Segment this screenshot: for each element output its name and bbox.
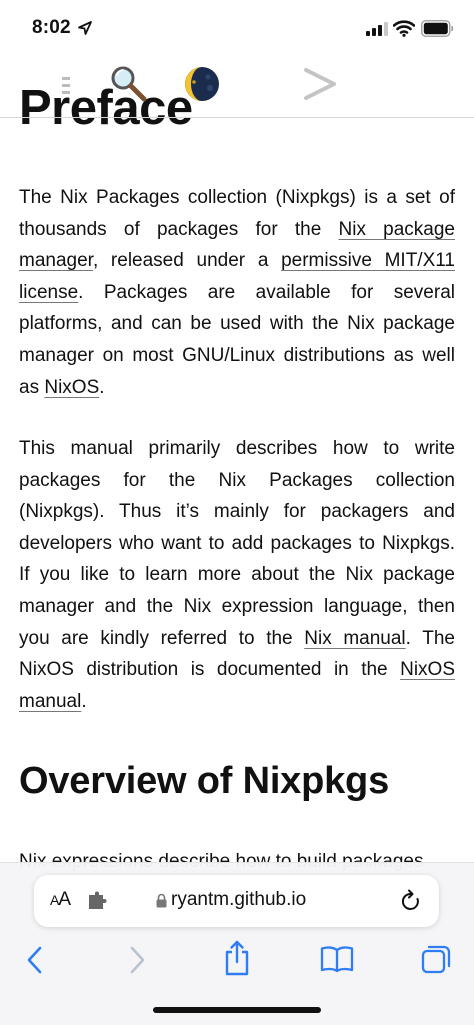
section-heading: Overview of Nixpkgs (19, 760, 390, 802)
link-nixos[interactable]: NixOS (44, 377, 99, 398)
text-span: . (99, 376, 105, 398)
page-title: Preface (19, 81, 193, 135)
text-span: , released under a (92, 250, 282, 272)
location-arrow-icon (78, 21, 92, 35)
extension-icon[interactable] (87, 891, 109, 911)
reload-icon[interactable] (400, 889, 422, 913)
text-span: . (81, 690, 87, 712)
browser-toolbar: AA ryantm.github.io (0, 862, 474, 1025)
lock-icon (156, 893, 167, 908)
tabs-button[interactable] (420, 943, 452, 975)
page-settings-button[interactable]: AA (50, 889, 71, 911)
bookmarks-button[interactable] (320, 945, 354, 973)
menu-icon[interactable] (60, 75, 74, 97)
home-indicator (153, 1007, 321, 1013)
paragraph-manual: This manual primarily describes how to w… (19, 433, 455, 717)
text-span: This manual primarily describes how to w… (19, 438, 455, 649)
wifi-icon (393, 20, 415, 37)
top-nav-divider (0, 117, 474, 118)
forward-button[interactable] (124, 945, 150, 975)
status-bar: 8:02 (0, 0, 474, 58)
browser-page: 8:02 Preface The Nix Packages collection… (0, 0, 474, 1025)
cellular-signal-icon (366, 22, 388, 36)
aa-large-label: A (58, 889, 71, 910)
status-time: 8:02 (32, 17, 71, 38)
battery-icon (421, 20, 454, 37)
paragraph-intro: The Nix Packages collection (Nixpkgs) is… (19, 182, 455, 403)
url-text: ryantm.github.io (171, 889, 307, 910)
share-button[interactable] (222, 939, 252, 977)
moon-theme-icon[interactable] (182, 64, 222, 104)
link-nix-manual[interactable]: Nix manual (304, 628, 405, 649)
back-button[interactable] (22, 945, 48, 975)
chevron-right-icon[interactable] (300, 66, 340, 102)
search-icon[interactable] (108, 63, 148, 103)
main-content: Preface The Nix Packages collection (Nix… (19, 70, 455, 872)
address-bar[interactable]: AA ryantm.github.io (34, 875, 439, 927)
